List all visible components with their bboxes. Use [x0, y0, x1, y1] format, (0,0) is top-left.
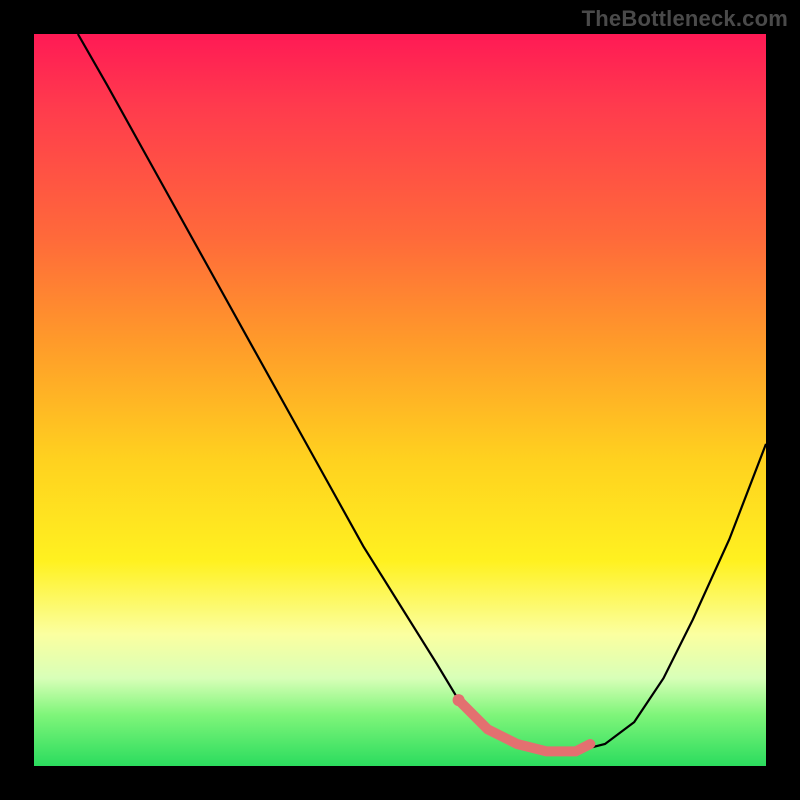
optimal-range-highlight — [459, 700, 591, 751]
watermark-text: TheBottleneck.com — [582, 6, 788, 32]
bottleneck-curve — [78, 34, 766, 751]
bottleneck-curve-svg — [34, 34, 766, 766]
plot-area — [34, 34, 766, 766]
chart-frame: TheBottleneck.com — [0, 0, 800, 800]
optimal-point-marker — [453, 694, 465, 706]
